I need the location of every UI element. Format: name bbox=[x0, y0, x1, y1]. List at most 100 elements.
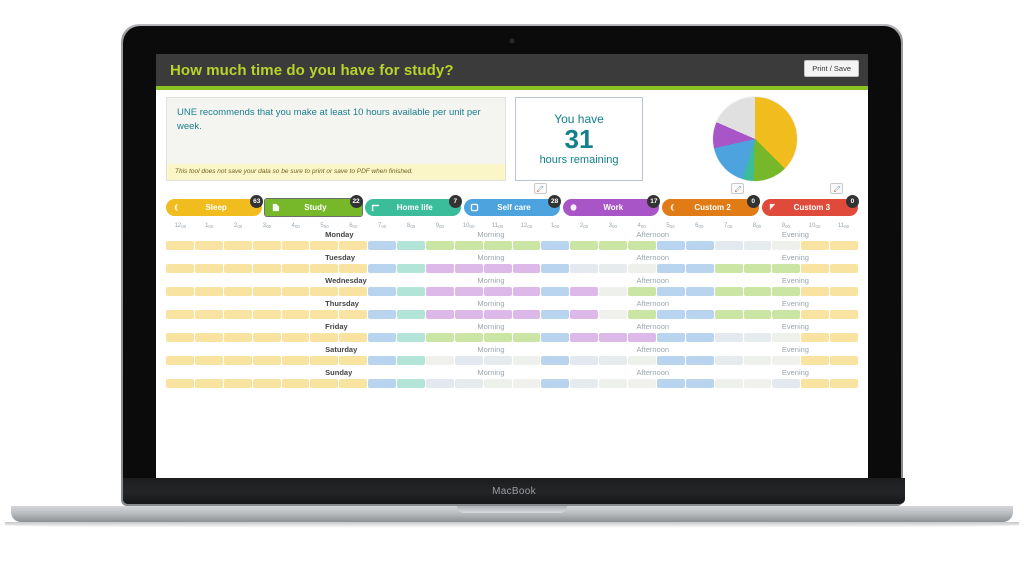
schedule-cell-sleep[interactable] bbox=[194, 356, 223, 371]
edit-category-custom2-button[interactable] bbox=[731, 183, 745, 194]
schedule-cell-empty[interactable] bbox=[714, 379, 743, 388]
schedule-cell-empty[interactable] bbox=[743, 379, 772, 388]
schedule-cell-sleep[interactable] bbox=[166, 241, 194, 256]
category-tab-custom3[interactable]: Custom 3 0 bbox=[761, 195, 859, 216]
schedule-cell-sleep[interactable] bbox=[223, 287, 252, 302]
schedule-cell-sleep[interactable] bbox=[252, 379, 281, 394]
schedule-cell-work[interactable] bbox=[483, 310, 512, 325]
schedule-cell-empty[interactable] bbox=[599, 356, 627, 365]
schedule-cell-sleep[interactable] bbox=[339, 379, 368, 394]
schedule-cell-sleep[interactable] bbox=[801, 264, 830, 279]
schedule-cell-study[interactable] bbox=[512, 333, 541, 348]
schedule-cell-sleep[interactable] bbox=[801, 333, 830, 348]
schedule-cell-selfcare[interactable] bbox=[368, 241, 396, 256]
schedule-cell-sleep[interactable] bbox=[801, 356, 830, 371]
schedule-cell-selfcare[interactable] bbox=[685, 287, 714, 302]
category-tab-selfcare[interactable]: Self care 28 bbox=[463, 195, 562, 216]
schedule-cell-sleep[interactable] bbox=[194, 379, 223, 394]
schedule-cell-study[interactable] bbox=[512, 241, 541, 256]
schedule-cell-sleep[interactable] bbox=[830, 241, 858, 256]
schedule-cell-work[interactable] bbox=[599, 333, 627, 348]
category-tab-study[interactable]: Study 22 bbox=[264, 195, 363, 217]
schedule-cell-study[interactable] bbox=[772, 264, 801, 279]
schedule-cell-selfcare[interactable] bbox=[685, 264, 714, 279]
schedule-cell-study[interactable] bbox=[628, 287, 656, 302]
schedule-cell-study[interactable] bbox=[599, 241, 627, 256]
schedule-cell-sleep[interactable] bbox=[166, 264, 194, 279]
schedule-cell-sleep[interactable] bbox=[281, 241, 310, 256]
schedule-cell-sleep[interactable] bbox=[194, 241, 223, 256]
schedule-cell-work[interactable] bbox=[483, 264, 512, 279]
schedule-cell-sleep[interactable] bbox=[252, 264, 281, 279]
schedule-cell-sleep[interactable] bbox=[166, 333, 194, 348]
schedule-cell-selfcare[interactable] bbox=[656, 333, 685, 348]
schedule-cell-work[interactable] bbox=[570, 310, 599, 325]
schedule-cell-sleep[interactable] bbox=[310, 264, 339, 279]
schedule-cell-selfcare[interactable] bbox=[541, 310, 570, 325]
schedule-cell-selfcare[interactable] bbox=[685, 333, 714, 348]
schedule-cell-sleep[interactable] bbox=[223, 264, 252, 279]
schedule-cell-empty[interactable] bbox=[512, 379, 541, 388]
schedule-cell-study[interactable] bbox=[570, 241, 599, 256]
schedule-cell-sleep[interactable] bbox=[166, 310, 194, 325]
schedule-cell-selfcare[interactable] bbox=[541, 333, 570, 348]
schedule-cell-sleep[interactable] bbox=[252, 333, 281, 348]
schedule-cell-empty[interactable] bbox=[512, 356, 541, 365]
schedule-cell-selfcare[interactable] bbox=[656, 310, 685, 325]
schedule-cell-study[interactable] bbox=[483, 241, 512, 256]
schedule-cell-empty[interactable] bbox=[454, 379, 483, 388]
schedule-cell-empty[interactable] bbox=[425, 356, 454, 365]
schedule-cell-selfcare[interactable] bbox=[541, 287, 570, 302]
schedule-cell-sleep[interactable] bbox=[223, 333, 252, 348]
schedule-cell-homelife[interactable] bbox=[397, 333, 425, 348]
schedule-cell-sleep[interactable] bbox=[223, 379, 252, 394]
schedule-cell-selfcare[interactable] bbox=[656, 356, 685, 371]
schedule-cell-study[interactable] bbox=[743, 264, 772, 279]
schedule-cell-selfcare[interactable] bbox=[368, 333, 396, 348]
schedule-cell-empty[interactable] bbox=[628, 356, 656, 365]
schedule-cell-study[interactable] bbox=[772, 287, 801, 302]
schedule-cell-sleep[interactable] bbox=[252, 241, 281, 256]
schedule-cell-study[interactable] bbox=[454, 241, 483, 256]
schedule-cell-selfcare[interactable] bbox=[685, 356, 714, 371]
schedule-cell-empty[interactable] bbox=[772, 241, 801, 250]
schedule-cell-sleep[interactable] bbox=[830, 356, 858, 371]
schedule-cell-empty[interactable] bbox=[570, 379, 599, 388]
schedule-cell-sleep[interactable] bbox=[281, 356, 310, 371]
schedule-cell-study[interactable] bbox=[714, 287, 743, 302]
schedule-cell-homelife[interactable] bbox=[397, 356, 425, 371]
schedule-cell-study[interactable] bbox=[483, 333, 512, 348]
schedule-cell-selfcare[interactable] bbox=[368, 379, 396, 394]
schedule-cell-empty[interactable] bbox=[454, 356, 483, 365]
schedule-cell-sleep[interactable] bbox=[223, 356, 252, 371]
category-tab-sleep[interactable]: Sleep 63 bbox=[166, 195, 264, 216]
schedule-cell-sleep[interactable] bbox=[194, 333, 223, 348]
schedule-cell-sleep[interactable] bbox=[252, 287, 281, 302]
schedule-cell-study[interactable] bbox=[714, 310, 743, 325]
schedule-cell-selfcare[interactable] bbox=[685, 379, 714, 394]
schedule-cell-sleep[interactable] bbox=[166, 356, 194, 371]
schedule-cell-sleep[interactable] bbox=[339, 310, 368, 325]
schedule-cell-study[interactable] bbox=[425, 333, 454, 348]
schedule-cell-empty[interactable] bbox=[714, 333, 743, 342]
schedule-cell-work[interactable] bbox=[454, 264, 483, 279]
schedule-cell-work[interactable] bbox=[512, 287, 541, 302]
schedule-cell-sleep[interactable] bbox=[310, 310, 339, 325]
schedule-cell-study[interactable] bbox=[743, 310, 772, 325]
schedule-cell-empty[interactable] bbox=[714, 241, 743, 250]
schedule-cell-empty[interactable] bbox=[714, 356, 743, 365]
schedule-cell-work[interactable] bbox=[483, 287, 512, 302]
schedule-cell-selfcare[interactable] bbox=[541, 356, 570, 371]
schedule-cell-sleep[interactable] bbox=[830, 333, 858, 348]
schedule-cell-empty[interactable] bbox=[570, 264, 599, 273]
schedule-cell-work[interactable] bbox=[512, 264, 541, 279]
schedule-cell-sleep[interactable] bbox=[223, 310, 252, 325]
schedule-cell-empty[interactable] bbox=[599, 264, 627, 273]
schedule-cell-homelife[interactable] bbox=[397, 264, 425, 279]
schedule-cell-sleep[interactable] bbox=[166, 379, 194, 394]
schedule-cell-sleep[interactable] bbox=[830, 287, 858, 302]
schedule-cell-study[interactable] bbox=[425, 241, 454, 256]
category-tab-homelife[interactable]: Home life 7 bbox=[364, 195, 462, 216]
schedule-cell-work[interactable] bbox=[570, 287, 599, 302]
schedule-cell-selfcare[interactable] bbox=[368, 310, 396, 325]
